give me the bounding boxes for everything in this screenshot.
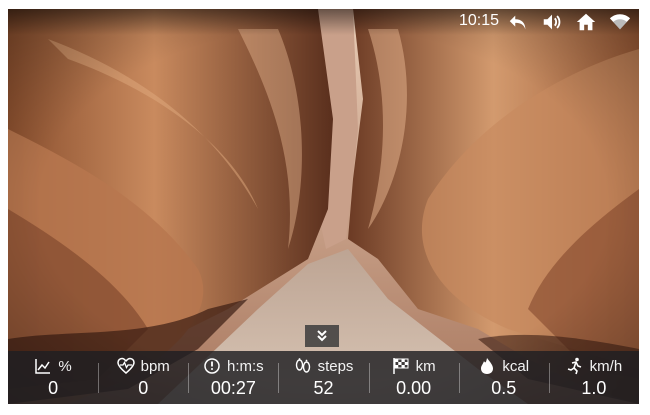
metric-calories[interactable]: kcal 0.5: [458, 351, 549, 404]
volume-icon[interactable]: [541, 11, 563, 33]
metric-value: 52: [313, 378, 334, 398]
wifi-icon: [609, 11, 631, 33]
footprints-icon: [295, 358, 310, 373]
clock: 10:15: [458, 12, 499, 29]
workout-metrics-bar: % 0 bpm 0 h:m:s 0 0:27 steps 52 km 0.00 k…: [8, 351, 639, 404]
metric-value: 0: [48, 378, 59, 398]
home-icon[interactable]: [575, 11, 597, 33]
metric-value: 00:27: [210, 378, 256, 398]
metric-unit: km: [415, 357, 436, 375]
treadmill-screen: 10:15 % 0 bpm 0 h:m:s 00:27 steps 52 km …: [8, 9, 639, 404]
metric-incline[interactable]: % 0: [8, 351, 98, 404]
back-arrow-icon[interactable]: [507, 11, 529, 33]
checkered-flag-icon: [392, 358, 409, 374]
heart-pulse-icon: [116, 357, 135, 374]
metric-distance[interactable]: km 0.00: [368, 351, 459, 404]
metric-time[interactable]: h:m:s 00:27: [188, 351, 278, 404]
metric-value: 0.00: [396, 378, 432, 398]
metric-value: 0.5: [491, 378, 517, 398]
metric-value: 1.0: [581, 378, 607, 398]
metric-heart-rate[interactable]: bpm 0: [98, 351, 188, 404]
incline-chart-icon: [35, 359, 51, 374]
metric-unit: steps: [317, 357, 354, 375]
metric-value: 0: [138, 378, 149, 398]
metric-unit: h:m:s: [227, 357, 264, 375]
timer-icon: [204, 358, 220, 374]
status-bar: 10:15: [8, 9, 639, 35]
metric-steps[interactable]: steps 52: [278, 351, 368, 404]
chevron-double-down-icon: [317, 330, 327, 342]
metric-unit: bpm: [140, 357, 170, 375]
metric-unit: km/h: [589, 357, 623, 375]
metric-unit: %: [58, 357, 72, 375]
flame-icon: [481, 358, 494, 374]
metric-unit: kcal: [502, 357, 530, 375]
runner-icon: [567, 357, 581, 375]
collapse-panel-button[interactable]: [305, 325, 339, 347]
metric-speed[interactable]: km/h 1.0: [548, 351, 639, 404]
